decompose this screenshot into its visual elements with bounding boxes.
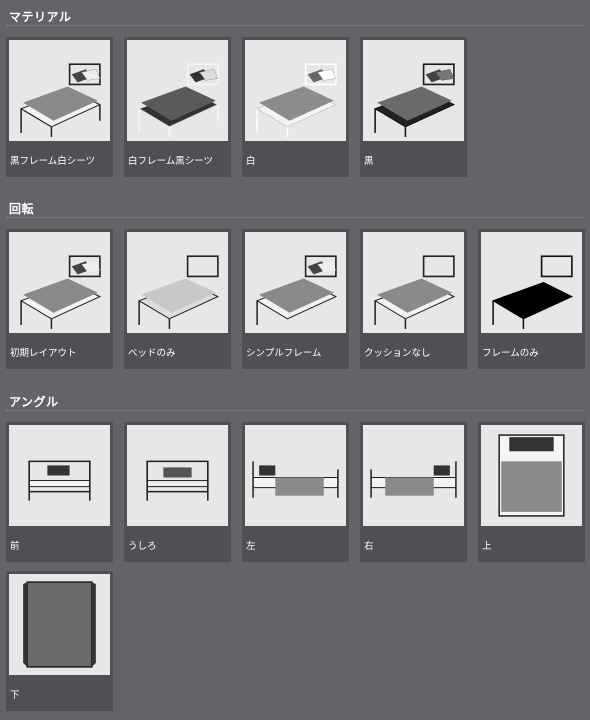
thumbnail-card-material-4[interactable]: 黒 bbox=[360, 37, 467, 177]
thumbnail-label: 下 bbox=[10, 690, 20, 701]
thumbnail-card-material-3[interactable]: 白 bbox=[242, 37, 349, 177]
bed-perspective-image bbox=[481, 232, 582, 333]
thumbnail-label: シンプルフレーム bbox=[246, 348, 322, 359]
thumbnail-card-angle-back[interactable]: うしろ bbox=[124, 422, 231, 562]
thumbnail-label: フレームのみ bbox=[482, 348, 539, 359]
thumbnail-card-angle-front[interactable]: 前 bbox=[6, 422, 113, 562]
thumbnail-card-rotation-2[interactable]: ベッドのみ bbox=[124, 229, 231, 369]
thumbnail-label: 白フレーム黒シーツ bbox=[128, 156, 214, 167]
thumbnail-card-rotation-3[interactable]: シンプルフレーム bbox=[242, 229, 349, 369]
thumbnail-label: 前 bbox=[10, 541, 20, 552]
thumbnail-card-angle-bottom[interactable]: 下 bbox=[6, 571, 113, 711]
bed-perspective-image bbox=[9, 232, 110, 333]
bed-perspective-image bbox=[363, 232, 464, 333]
thumbnail-card-rotation-4[interactable]: クッションなし bbox=[360, 229, 467, 369]
bed-perspective-image bbox=[245, 40, 346, 141]
thumbnail-card-angle-top[interactable]: 上 bbox=[478, 422, 585, 562]
section-divider bbox=[6, 25, 584, 26]
thumbnail-card-material-2[interactable]: 白フレーム黒シーツ bbox=[124, 37, 231, 177]
section-title-rotation: 回転 bbox=[9, 202, 35, 216]
bed-perspective-image bbox=[363, 40, 464, 141]
thumbnail-label: 初期レイアウト bbox=[10, 348, 77, 359]
section-divider bbox=[6, 410, 584, 411]
bed-perspective-image bbox=[127, 40, 228, 141]
thumbnail-label: 黒 bbox=[364, 156, 374, 167]
thumbnail-card-rotation-1[interactable]: 初期レイアウト bbox=[6, 229, 113, 369]
bed-front-image bbox=[9, 425, 110, 526]
thumbnail-card-rotation-5[interactable]: フレームのみ bbox=[478, 229, 585, 369]
thumbnail-label: 上 bbox=[482, 541, 492, 552]
section-divider bbox=[6, 217, 584, 218]
bed-perspective-image bbox=[245, 232, 346, 333]
thumbnail-label: 右 bbox=[364, 541, 374, 552]
bed-top-image bbox=[481, 425, 582, 526]
section-title-material: マテリアル bbox=[9, 10, 72, 24]
thumbnail-label: クッションなし bbox=[364, 348, 431, 359]
thumbnail-card-angle-right[interactable]: 右 bbox=[360, 422, 467, 562]
thumbnail-card-material-1[interactable]: 黒フレーム白シーツ bbox=[6, 37, 113, 177]
bed-perspective-image bbox=[9, 40, 110, 141]
bed-left-image bbox=[245, 425, 346, 526]
thumbnail-label: ベッドのみ bbox=[128, 348, 176, 359]
section-title-angle: アングル bbox=[9, 395, 59, 409]
thumbnail-label: 左 bbox=[246, 541, 256, 552]
bed-perspective-image bbox=[127, 232, 228, 333]
bed-right-image bbox=[363, 425, 464, 526]
bed-bottom-image bbox=[9, 574, 110, 675]
thumbnail-label: うしろ bbox=[128, 541, 157, 552]
thumbnail-label: 黒フレーム白シーツ bbox=[10, 156, 96, 167]
thumbnail-label: 白 bbox=[246, 156, 256, 167]
thumbnail-card-angle-left[interactable]: 左 bbox=[242, 422, 349, 562]
bed-back-image bbox=[127, 425, 228, 526]
